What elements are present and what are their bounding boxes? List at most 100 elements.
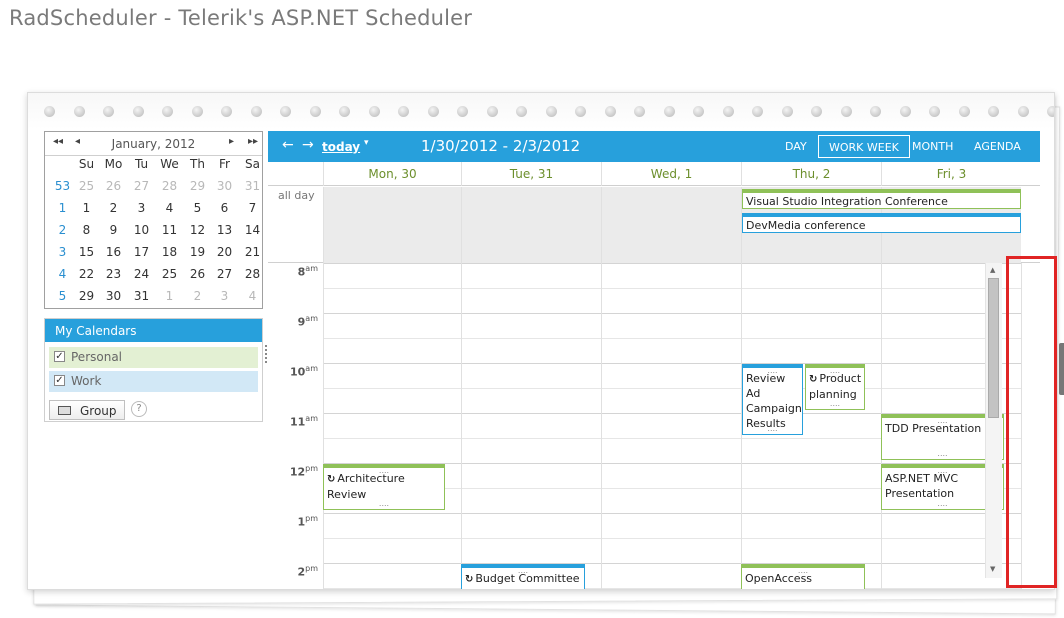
all-day-cell[interactable]	[461, 187, 601, 263]
time-slot[interactable]	[323, 313, 1021, 338]
day-cell[interactable]: 25	[156, 267, 183, 281]
day-cell[interactable]: 27	[128, 179, 155, 193]
day-cell[interactable]: 30	[211, 179, 238, 193]
day-cell[interactable]: 28	[156, 179, 183, 193]
view-agenda-button[interactable]: AGENDA	[964, 135, 1031, 158]
scroll-up-arrow-icon[interactable]: ▲	[990, 266, 995, 274]
time-slot[interactable]	[323, 288, 1021, 313]
day-cell[interactable]: 4	[156, 201, 183, 215]
next-period-icon[interactable]: →	[302, 137, 314, 153]
appointment[interactable]: .... OpenAccess	[741, 564, 865, 589]
chevron-down-icon[interactable]: ▾	[364, 138, 369, 148]
week-number[interactable]: 4	[49, 267, 76, 281]
last-month-icon[interactable]: ▸▸	[248, 136, 258, 147]
time-slot[interactable]	[323, 363, 1021, 388]
day-cell[interactable]: 7	[239, 201, 266, 215]
day-cell[interactable]: 26	[100, 179, 127, 193]
view-month-button[interactable]: MONTH	[902, 135, 963, 158]
time-slot[interactable]	[323, 338, 1021, 363]
day-cell[interactable]: 29	[73, 289, 100, 303]
all-day-cell[interactable]	[601, 187, 741, 263]
day-cell[interactable]: 26	[184, 267, 211, 281]
view-work-week-button[interactable]: WORK WEEK	[818, 135, 910, 158]
day-cell[interactable]: 5	[184, 201, 211, 215]
day-header[interactable]: Wed, 1	[601, 162, 741, 186]
day-cell[interactable]: 14	[239, 223, 266, 237]
appointment-resize-bottom[interactable]: ....	[324, 500, 444, 508]
all-day-cell[interactable]	[323, 187, 461, 263]
calendar-item-personal[interactable]: ✓ Personal	[49, 347, 258, 368]
side-tab[interactable]	[1059, 343, 1064, 395]
appointment-resize-top[interactable]: ....	[462, 568, 584, 575]
pane-splitter[interactable]	[265, 345, 267, 363]
day-cell[interactable]: 15	[73, 245, 100, 259]
week-number[interactable]: 3	[49, 245, 76, 259]
appointment[interactable]: .... ↻ Architecture Review....	[323, 464, 445, 510]
day-cell[interactable]: 23	[100, 267, 127, 281]
day-cell[interactable]: 27	[211, 267, 238, 281]
day-cell[interactable]: 24	[128, 267, 155, 281]
time-slot[interactable]	[323, 263, 1021, 288]
day-header[interactable]: Tue, 31	[461, 162, 601, 186]
day-cell[interactable]: 8	[73, 223, 100, 237]
day-cell[interactable]: 1	[73, 201, 100, 215]
next-month-icon[interactable]: ▸	[229, 136, 234, 147]
vertical-scrollbar[interactable]: ▲ ▼	[985, 263, 1002, 578]
appointment[interactable]: .... Review Ad Campaign Results....	[742, 364, 803, 435]
day-cell[interactable]: 17	[128, 245, 155, 259]
all-day-event[interactable]: DevMedia conference	[742, 213, 1021, 233]
day-cell[interactable]: 6	[211, 201, 238, 215]
day-header[interactable]: Fri, 3	[881, 162, 1021, 186]
week-number[interactable]: 2	[49, 223, 76, 237]
day-cell[interactable]: 1	[156, 289, 183, 303]
today-link[interactable]: today	[322, 140, 360, 154]
day-cell[interactable]: 28	[239, 267, 266, 281]
appointment-resize-top[interactable]: ....	[742, 568, 864, 575]
time-slot[interactable]	[323, 563, 1021, 588]
day-cell[interactable]: 22	[73, 267, 100, 281]
day-cell[interactable]: 10	[128, 223, 155, 237]
all-day-event[interactable]: Visual Studio Integration Conference	[742, 189, 1021, 209]
day-cell[interactable]: 30	[100, 289, 127, 303]
day-cell[interactable]: 12	[184, 223, 211, 237]
work-checkbox[interactable]: ✓	[54, 375, 65, 386]
day-cell[interactable]: 18	[156, 245, 183, 259]
day-header[interactable]: Mon, 30	[323, 162, 461, 186]
week-number[interactable]: 53	[49, 179, 76, 193]
day-cell[interactable]: 3	[211, 289, 238, 303]
date-range[interactable]: 1/30/2012 - 2/3/2012	[421, 137, 580, 155]
day-cell[interactable]: 3	[128, 201, 155, 215]
time-slot[interactable]	[323, 538, 1021, 563]
day-cell[interactable]: 4	[239, 289, 266, 303]
appointment-resize-bottom[interactable]: ....	[806, 400, 864, 408]
day-header[interactable]: Thu, 2	[741, 162, 881, 186]
week-number[interactable]: 1	[49, 201, 76, 215]
day-cell[interactable]: 2	[184, 289, 211, 303]
day-cell[interactable]: 19	[184, 245, 211, 259]
day-cell[interactable]: 20	[211, 245, 238, 259]
time-slot[interactable]	[323, 388, 1021, 413]
day-cell[interactable]: 9	[100, 223, 127, 237]
prev-period-icon[interactable]: ←	[282, 137, 294, 153]
appointment-resize-top[interactable]: ....	[324, 468, 444, 475]
appointment[interactable]: .... ↻ Budget Committee	[461, 564, 585, 589]
day-cell[interactable]: 31	[128, 289, 155, 303]
day-cell[interactable]: 25	[73, 179, 100, 193]
appointment-resize-bottom[interactable]: ....	[743, 425, 802, 433]
personal-checkbox[interactable]: ✓	[54, 351, 65, 362]
day-cell[interactable]: 13	[211, 223, 238, 237]
time-slot[interactable]	[323, 588, 1021, 589]
help-icon[interactable]: ?	[131, 401, 147, 417]
appointment-resize-top[interactable]: ....	[806, 368, 864, 375]
scroll-down-arrow-icon[interactable]: ▼	[990, 565, 995, 573]
view-day-button[interactable]: DAY	[775, 135, 817, 158]
group-button[interactable]: Group	[49, 400, 125, 420]
day-cell[interactable]: 2	[100, 201, 127, 215]
week-number[interactable]: 5	[49, 289, 76, 303]
day-cell[interactable]: 16	[100, 245, 127, 259]
scrollbar-thumb[interactable]	[988, 278, 999, 418]
day-cell[interactable]: 21	[239, 245, 266, 259]
day-cell[interactable]: 11	[156, 223, 183, 237]
time-slot[interactable]	[323, 513, 1021, 538]
calendar-item-work[interactable]: ✓ Work	[49, 371, 258, 392]
